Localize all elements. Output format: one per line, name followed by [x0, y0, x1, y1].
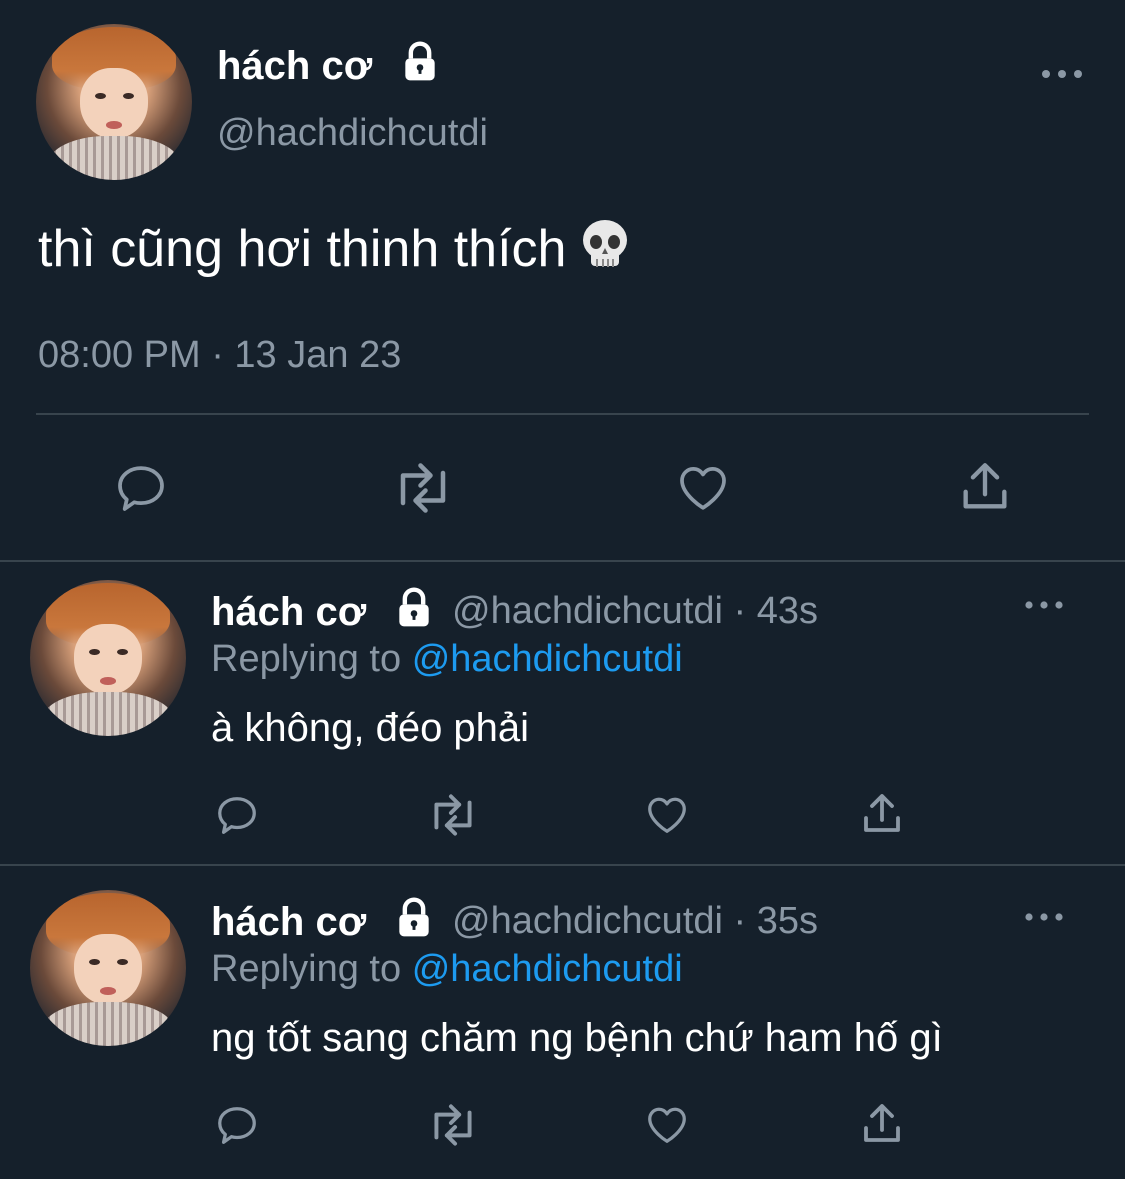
more-icon[interactable] — [1040, 66, 1084, 82]
author-name[interactable]: hách cơ — [217, 44, 372, 89]
retweet-icon[interactable] — [388, 460, 458, 516]
tweet-age: · 43s — [733, 590, 819, 632]
tweet-text-content: thì cũng hơi thinh thích — [38, 220, 567, 278]
handle-text: @hachdichcutdi — [452, 900, 723, 942]
avatar[interactable] — [36, 24, 192, 180]
main-tweet: hách cơ @hachdichcutdi thì cũng hơi thin… — [0, 0, 1125, 562]
avatar[interactable] — [30, 580, 186, 736]
handle-text: @hachdichcutdi — [452, 590, 723, 632]
lock-icon — [405, 41, 435, 81]
tweet-timestamp[interactable]: 08:00 PM · 13 Jan 23 — [38, 334, 401, 377]
author-handle[interactable]: @hachdichcutdi — [217, 112, 488, 155]
divider — [36, 413, 1089, 415]
heart-icon[interactable] — [674, 460, 732, 516]
author-handle[interactable]: @hachdichcutdi · 43s — [452, 590, 818, 633]
lock-icon — [399, 587, 429, 627]
reply-icon[interactable] — [213, 1102, 261, 1148]
reply-icon[interactable] — [112, 460, 170, 516]
lock-icon — [399, 897, 429, 937]
retweet-icon[interactable] — [424, 1102, 482, 1148]
replying-to: Replying to @hachdichcutdi — [211, 948, 683, 991]
avatar[interactable] — [30, 890, 186, 1046]
retweet-icon[interactable] — [424, 792, 482, 838]
heart-icon[interactable] — [642, 792, 692, 838]
author-name[interactable]: hách cơ — [211, 900, 366, 945]
replying-to: Replying to @hachdichcutdi — [211, 638, 683, 681]
tweet-text: ng tốt sang chăm ng bệnh chứ ham hố gì — [211, 1016, 943, 1060]
share-icon[interactable] — [956, 458, 1014, 516]
more-icon[interactable] — [1024, 598, 1064, 612]
reply-tweet[interactable]: hách cơ @hachdichcutdi · 43s Replying to… — [0, 562, 1125, 864]
tweet-text: à không, đéo phải — [211, 706, 530, 750]
skull-emoji — [583, 220, 628, 267]
replying-label: Replying to — [211, 638, 402, 680]
author-handle[interactable]: @hachdichcutdi · 35s — [452, 900, 818, 943]
reply-icon[interactable] — [213, 792, 261, 838]
tweet-age: · 35s — [733, 900, 819, 942]
replying-label: Replying to — [211, 948, 402, 990]
more-icon[interactable] — [1024, 910, 1064, 924]
share-icon[interactable] — [858, 790, 906, 838]
mention-link[interactable]: @hachdichcutdi — [412, 638, 683, 680]
reply-tweet[interactable]: hách cơ @hachdichcutdi · 35s Replying to… — [0, 866, 1125, 1179]
share-icon[interactable] — [858, 1100, 906, 1148]
tweet-text: thì cũng hơi thinh thích — [38, 218, 630, 279]
heart-icon[interactable] — [642, 1102, 692, 1148]
mention-link[interactable]: @hachdichcutdi — [412, 948, 683, 990]
author-name[interactable]: hách cơ — [211, 590, 366, 635]
